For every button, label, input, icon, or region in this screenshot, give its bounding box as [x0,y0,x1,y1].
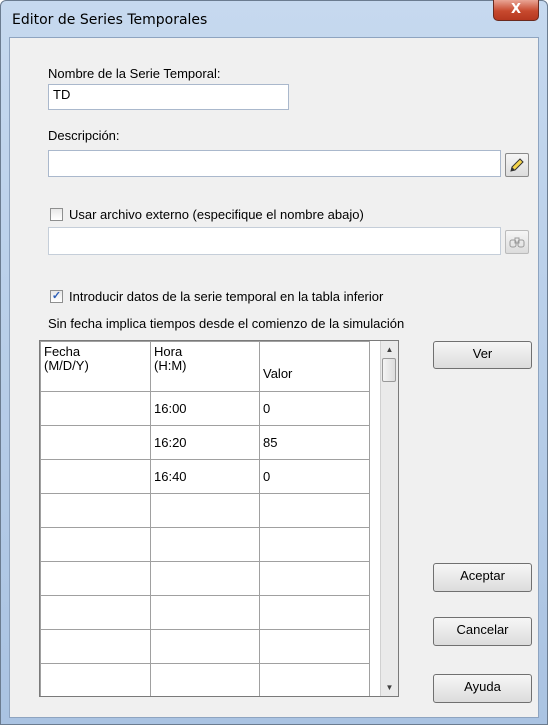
close-icon: X [510,2,522,17]
table-cell[interactable] [150,663,260,696]
pencil-edit-icon [510,158,524,172]
column-header-time: Hora (H:M) [150,341,260,392]
table-cell[interactable] [150,595,260,630]
table-row [40,561,370,596]
table-cell[interactable] [259,561,370,596]
time-series-editor-dialog: Editor de Series Temporales X Nombre de … [0,0,548,725]
enter-table-data-option[interactable]: ✓ Introducir datos de la serie temporal … [50,289,383,304]
browse-binoculars-icon [509,237,525,248]
table-cell[interactable]: 16:00 [150,391,260,426]
description-label: Descripción: [48,128,120,143]
table-cell[interactable] [150,561,260,596]
table-cell[interactable] [40,595,151,630]
time-series-table: Fecha (M/D/Y) Hora (H:M) Valor 16:00 0 16… [39,340,399,697]
table-cell[interactable] [40,459,151,494]
table-row: 16:40 0 [40,459,370,494]
column-header-time-text: Hora (H:M) [154,344,187,373]
table-row: 16:20 85 [40,425,370,460]
enter-table-data-label: Introducir datos de la serie temporal en… [69,289,384,304]
use-external-file-checkbox[interactable] [50,208,63,221]
column-header-date: Fecha (M/D/Y) [40,341,151,392]
table-cell[interactable] [150,629,260,664]
use-external-file-option[interactable]: Usar archivo externo (especifique el nom… [50,207,364,222]
table-row [40,629,370,664]
table-row [40,527,370,562]
table-row [40,663,370,696]
enter-table-data-checkbox[interactable]: ✓ [50,290,63,303]
accept-button[interactable]: Aceptar [433,563,532,592]
table-cell[interactable] [150,527,260,562]
table-cell[interactable] [40,629,151,664]
scroll-thumb[interactable] [382,358,396,382]
description-input[interactable] [48,150,501,177]
table-cell[interactable] [40,425,151,460]
table-cell[interactable] [259,527,370,562]
help-button[interactable]: Ayuda [433,674,532,703]
series-name-label: Nombre de la Serie Temporal: [48,66,221,81]
window-title: Editor de Series Temporales [12,12,208,28]
column-header-date-text: Fecha (M/D/Y) [44,344,89,373]
table-cell[interactable] [259,493,370,528]
column-header-value: Valor [259,341,370,392]
table-cell[interactable]: 0 [259,391,370,426]
table-row: 16:00 0 [40,391,370,426]
table-cell[interactable] [40,493,151,528]
table-row [40,493,370,528]
title-bar[interactable]: Editor de Series Temporales X [1,0,547,37]
table-cell[interactable] [40,561,151,596]
table-cell[interactable] [259,663,370,696]
table-cell[interactable] [259,595,370,630]
time-series-grid: Fecha (M/D/Y) Hora (H:M) Valor 16:00 0 16… [40,341,370,696]
scroll-up-arrow-icon[interactable]: ▲ [381,341,398,358]
table-vertical-scrollbar[interactable]: ▲ ▼ [380,341,398,696]
table-cell[interactable]: 0 [259,459,370,494]
external-file-path-input[interactable] [48,227,501,255]
no-date-note: Sin fecha implica tiempos desde el comie… [48,316,405,331]
table-header-row: Fecha (M/D/Y) Hora (H:M) Valor [40,341,370,392]
table-row [40,595,370,630]
table-cell[interactable] [150,493,260,528]
edit-description-button[interactable] [505,153,529,177]
browse-file-button[interactable] [505,230,529,254]
column-header-value-text: Valor [263,366,293,381]
table-cell[interactable] [259,629,370,664]
series-name-input[interactable]: TD [48,84,289,110]
table-cell[interactable]: 85 [259,425,370,460]
scroll-down-arrow-icon[interactable]: ▼ [381,679,398,696]
cancel-button[interactable]: Cancelar [433,617,532,646]
view-button[interactable]: Ver [433,341,532,369]
table-cell[interactable] [40,527,151,562]
table-cell[interactable] [40,391,151,426]
table-cell[interactable] [40,663,151,696]
series-name-value: TD [53,87,71,102]
table-cell[interactable]: 16:20 [150,425,260,460]
table-cell[interactable]: 16:40 [150,459,260,494]
use-external-file-label: Usar archivo externo (especifique el nom… [69,207,364,222]
close-button[interactable]: X [493,0,539,21]
